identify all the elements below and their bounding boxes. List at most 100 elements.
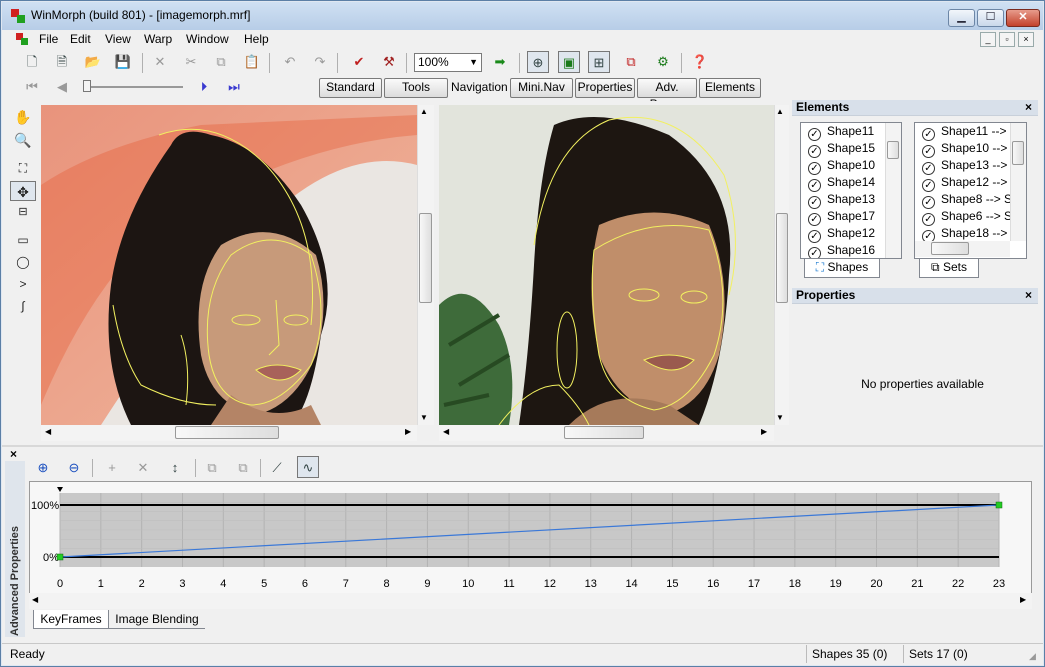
delete-icon[interactable]: ✕ — [149, 51, 171, 73]
new-icon[interactable]: 🗋 — [21, 51, 43, 73]
tab-navigation[interactable]: Navigation — [450, 78, 508, 98]
scroll-left-icon[interactable]: ◀ — [45, 427, 51, 436]
tab-properties[interactable]: Properties — [575, 78, 635, 98]
mdi-restore-icon[interactable]: ▫ — [999, 32, 1015, 47]
keyframe-point[interactable] — [995, 501, 1003, 509]
frame-slider-track[interactable] — [85, 86, 183, 88]
line-icon[interactable]: > — [10, 274, 36, 294]
source-vscroll-thumb[interactable] — [419, 213, 432, 303]
graph-hscrollbar[interactable] — [29, 593, 1032, 609]
tab-keyframes[interactable]: KeyFrames — [33, 610, 109, 629]
minimize-button[interactable]: ▁ — [948, 9, 975, 27]
scroll-right-icon[interactable]: ▶ — [1020, 595, 1026, 604]
rectangle-icon[interactable]: ▭ — [10, 230, 36, 250]
resize-grip-icon[interactable]: ◢ — [1029, 651, 1036, 662]
tab-elements[interactable]: Elements — [699, 78, 761, 98]
tab-tools[interactable]: Tools — [384, 78, 448, 98]
maximize-button[interactable]: ☐ — [977, 9, 1004, 27]
close-icon[interactable]: × — [1025, 288, 1032, 302]
checklist-icon[interactable]: ✔ — [348, 51, 370, 73]
redo-icon[interactable]: ↷ — [309, 51, 331, 73]
frame-slider-handle[interactable] — [83, 80, 91, 92]
scroll-down-icon[interactable]: ▼ — [776, 413, 784, 422]
shapes-scroll-thumb[interactable] — [887, 141, 899, 159]
morph-mode-icon[interactable]: ⊕ — [527, 51, 549, 73]
copy-keyframe-icon[interactable]: ⧉ — [201, 457, 223, 479]
menu-help[interactable]: Help — [238, 32, 275, 46]
check-icon[interactable]: ✓ — [808, 247, 821, 258]
zoom-icon[interactable]: 🔍 — [10, 130, 36, 150]
linear-curve-icon[interactable]: ⟋ — [266, 457, 288, 479]
curve-icon[interactable]: ∫ — [10, 296, 36, 316]
paste-icon[interactable]: 📋 — [241, 51, 263, 73]
cut-icon[interactable]: ✂ — [180, 51, 202, 73]
preview-play-icon[interactable]: ➡ — [489, 51, 511, 73]
add-keyframe-icon[interactable]: + — [101, 457, 123, 479]
last-frame-icon[interactable]: ⏭ — [223, 76, 245, 98]
close-icon[interactable]: × — [1025, 100, 1032, 114]
first-frame-icon[interactable]: ⏮ — [21, 76, 43, 98]
paste-keyframe-icon[interactable]: ⧉ — [232, 457, 254, 479]
save-icon[interactable]: 💾 — [112, 51, 134, 73]
tab-shapes[interactable]: ⛶ Shapes — [804, 259, 880, 278]
keyframe-graph[interactable]: 100% 0% 0 1 2 3 4 5 6 7 8 9 10 11 12 13 14 15 16 17 18 19 20… — [31, 483, 1029, 593]
source-image-pane[interactable] — [41, 105, 417, 425]
export-icon[interactable]: ⚙ — [652, 51, 674, 73]
zoom-out-icon[interactable]: ⊖ — [63, 457, 85, 479]
target-hscroll-thumb[interactable] — [564, 426, 644, 439]
menu-window[interactable]: Window — [180, 32, 235, 46]
fit-icon[interactable]: ↕ — [164, 457, 186, 479]
sets-vscroll-thumb[interactable] — [1012, 141, 1024, 165]
splitter[interactable] — [2, 445, 1043, 447]
menu-warp[interactable]: Warp — [138, 32, 178, 46]
copy-icon[interactable]: ⧉ — [210, 51, 232, 73]
tool-icon[interactable]: ⚒ — [378, 51, 400, 73]
help-icon[interactable]: ❓ — [689, 51, 711, 73]
open-icon[interactable]: 📂 — [82, 51, 104, 73]
scroll-left-icon[interactable]: ◀ — [32, 595, 38, 604]
blend-icon[interactable]: ⧉ — [620, 51, 642, 73]
sets-hscroll-thumb[interactable] — [931, 242, 969, 255]
move-icon[interactable]: ✥ — [10, 181, 36, 201]
tab-adv-props[interactable]: Adv. Props. — [637, 78, 697, 111]
delete-keyframe-icon[interactable]: ✕ — [132, 457, 154, 479]
menu-view[interactable]: View — [99, 32, 137, 46]
menu-edit[interactable]: Edit — [64, 32, 97, 46]
zoom-select[interactable]: 100% ▼ — [414, 53, 482, 72]
target-image-pane[interactable] — [439, 105, 774, 425]
scroll-right-icon[interactable]: ▶ — [405, 427, 411, 436]
toolbar-separator — [92, 459, 93, 477]
warp-mode-icon[interactable]: ▣ — [558, 51, 580, 73]
zoom-in-icon[interactable]: ⊕ — [32, 457, 54, 479]
mdi-close-icon[interactable]: × — [1018, 32, 1034, 47]
hand-icon[interactable]: ✋ — [10, 107, 36, 127]
tab-image-blending[interactable]: Image Blending — [109, 610, 205, 629]
tab-mini-nav[interactable]: Mini.Nav — [510, 78, 573, 98]
point-tool-icon[interactable]: ⛶ — [10, 158, 36, 178]
close-icon[interactable]: × — [10, 447, 17, 461]
scroll-right-icon[interactable]: ▶ — [761, 427, 767, 436]
next-frame-icon[interactable]: ⏵ — [193, 76, 215, 98]
scroll-left-icon[interactable]: ◀ — [443, 427, 449, 436]
shape-select-icon[interactable]: ⊟ — [10, 202, 36, 222]
toolbar-separator — [269, 53, 270, 73]
smooth-curve-icon[interactable]: ∿ — [297, 456, 319, 478]
close-button[interactable]: ✕ — [1006, 9, 1040, 27]
frame-marker-icon[interactable] — [57, 487, 63, 492]
scroll-up-icon[interactable]: ▲ — [776, 107, 784, 116]
shape-mode-icon[interactable]: ⊞ — [588, 51, 610, 73]
keyframe-point[interactable] — [56, 553, 64, 561]
new-project-icon[interactable]: 🗎 — [51, 51, 73, 73]
target-vscroll-thumb[interactable] — [776, 213, 788, 303]
sets-icon: ⧉ — [931, 260, 940, 274]
scroll-down-icon[interactable]: ▼ — [420, 413, 428, 422]
tab-sets[interactable]: ⧉ Sets — [919, 259, 979, 278]
ellipse-icon[interactable]: ◯ — [10, 252, 36, 272]
scroll-up-icon[interactable]: ▲ — [420, 107, 428, 116]
tab-standard[interactable]: Standard — [319, 78, 382, 98]
menu-file[interactable]: File — [33, 32, 64, 46]
source-hscroll-thumb[interactable] — [175, 426, 279, 439]
prev-frame-icon[interactable]: ◀ — [51, 76, 73, 98]
mdi-minimize-icon[interactable]: _ — [980, 32, 996, 47]
undo-icon[interactable]: ↶ — [279, 51, 301, 73]
